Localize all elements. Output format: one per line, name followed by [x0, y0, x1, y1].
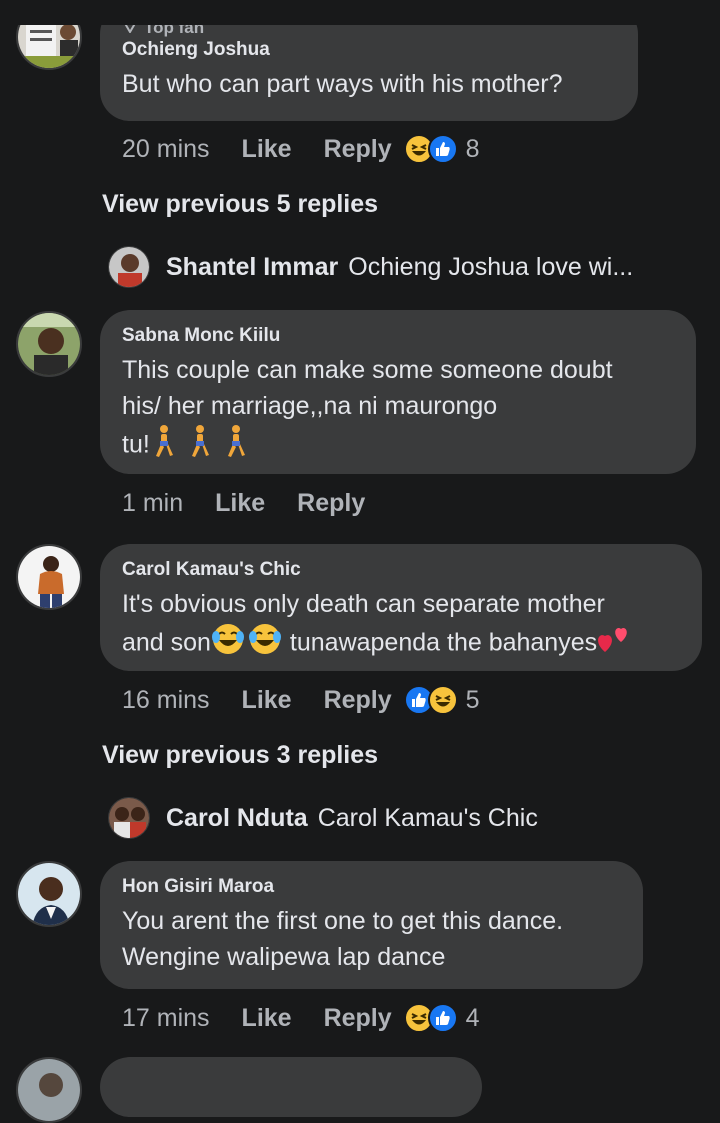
reaction-count: 5 [465, 685, 480, 714]
comment-line: his/ her marriage,,na ni maurongo [122, 392, 498, 420]
reaction-summary[interactable]: 4 [403, 1003, 480, 1033]
comment-bubble[interactable]: Sabna Monc Kiilu This couple can make so… [100, 310, 696, 474]
top-mask [0, 0, 720, 25]
reaction-summary[interactable]: 8 [403, 134, 480, 164]
avatar-shantel-immar [108, 246, 150, 288]
comment-actions: 16 mins Like Reply 5 [122, 680, 480, 720]
reply-preview[interactable]: Shantel Immar Ochieng Joshua love wi... [108, 246, 633, 288]
reply-author[interactable]: Shantel Immar [166, 253, 338, 282]
comment-line-last: tu! [122, 424, 674, 468]
avatar-next-comment[interactable] [16, 1057, 82, 1123]
comment-author[interactable]: Ochieng Joshua [122, 38, 616, 62]
reply-button[interactable]: Reply [324, 686, 392, 715]
reaction-count: 4 [465, 1003, 480, 1032]
avatar-hon-gisiri-maroa[interactable] [16, 861, 82, 927]
reply-text: Ochieng Joshua love wi... [348, 252, 634, 281]
reply-text: Carol Kamau's Chic [317, 803, 538, 832]
two-hearts-emoji [597, 622, 633, 666]
reaction-count: 8 [465, 134, 480, 163]
comment-line: You arent the first one to get this danc… [122, 907, 564, 935]
reaction-summary[interactable]: 5 [403, 685, 480, 715]
comment-line: This couple can make some someone doubt [122, 356, 613, 384]
comment-line: It's obvious only death can separate mot… [122, 590, 605, 618]
like-reaction-icon [427, 1003, 458, 1033]
comment-line-2: and son tunawapenda the bahanyes [122, 622, 680, 666]
comment-bubble[interactable] [100, 1057, 482, 1117]
comment-actions: 20 mins Like Reply 8 [122, 129, 480, 169]
comment-author[interactable]: Sabna Monc Kiilu [122, 324, 674, 348]
avatar-carol-kamaus-chic[interactable] [16, 544, 82, 610]
like-reaction-icon [427, 134, 458, 164]
like-button[interactable]: Like [242, 686, 292, 715]
comment-line: and son [122, 628, 211, 657]
reply-button[interactable]: Reply [324, 1004, 392, 1033]
view-previous-replies[interactable]: View previous 5 replies [102, 190, 378, 219]
comment-author[interactable]: Hon Gisiri Maroa [122, 875, 621, 899]
comment-text: It's obvious only death can separate mot… [122, 586, 680, 666]
comment-text: But who can part ways with his mother? [122, 70, 563, 98]
comment-actions: 1 min Like Reply [122, 483, 397, 523]
comment-line: tunawapenda the bahanyes [282, 628, 598, 657]
person-walking-emoji [150, 424, 252, 468]
reply-author[interactable]: Carol Nduta [166, 804, 308, 833]
comment-author[interactable]: Carol Kamau's Chic [122, 558, 680, 582]
view-previous-replies[interactable]: View previous 3 replies [102, 741, 378, 770]
comment-bubble[interactable]: Carol Kamau's Chic It's obvious only dea… [100, 544, 702, 671]
avatar-carol-nduta [108, 797, 150, 839]
avatar-sabna-monc-kiilu[interactable] [16, 311, 82, 377]
comment-text: You arent the first one to get this danc… [122, 903, 621, 975]
tears-of-joy-emoji [211, 622, 283, 666]
comment-time[interactable]: 20 mins [122, 135, 210, 164]
like-button[interactable]: Like [215, 489, 265, 518]
like-button[interactable]: Like [242, 1004, 292, 1033]
reply-button[interactable]: Reply [324, 135, 392, 164]
haha-reaction-icon [427, 685, 458, 715]
comment-line: tu! [122, 430, 150, 459]
reply-preview[interactable]: Carol Nduta Carol Kamau's Chic [108, 797, 538, 839]
comment-bubble[interactable]: Hon Gisiri Maroa You arent the first one… [100, 861, 643, 989]
comment-text: This couple can make some someone doubt … [122, 352, 674, 468]
like-button[interactable]: Like [242, 135, 292, 164]
comment-time[interactable]: 17 mins [122, 1004, 210, 1033]
reply-button[interactable]: Reply [297, 489, 365, 518]
comment-actions: 17 mins Like Reply 4 [122, 998, 480, 1038]
comment-time[interactable]: 1 min [122, 489, 183, 518]
comment-time[interactable]: 16 mins [122, 686, 210, 715]
comment-line: Wengine walipewa lap dance [122, 943, 446, 971]
